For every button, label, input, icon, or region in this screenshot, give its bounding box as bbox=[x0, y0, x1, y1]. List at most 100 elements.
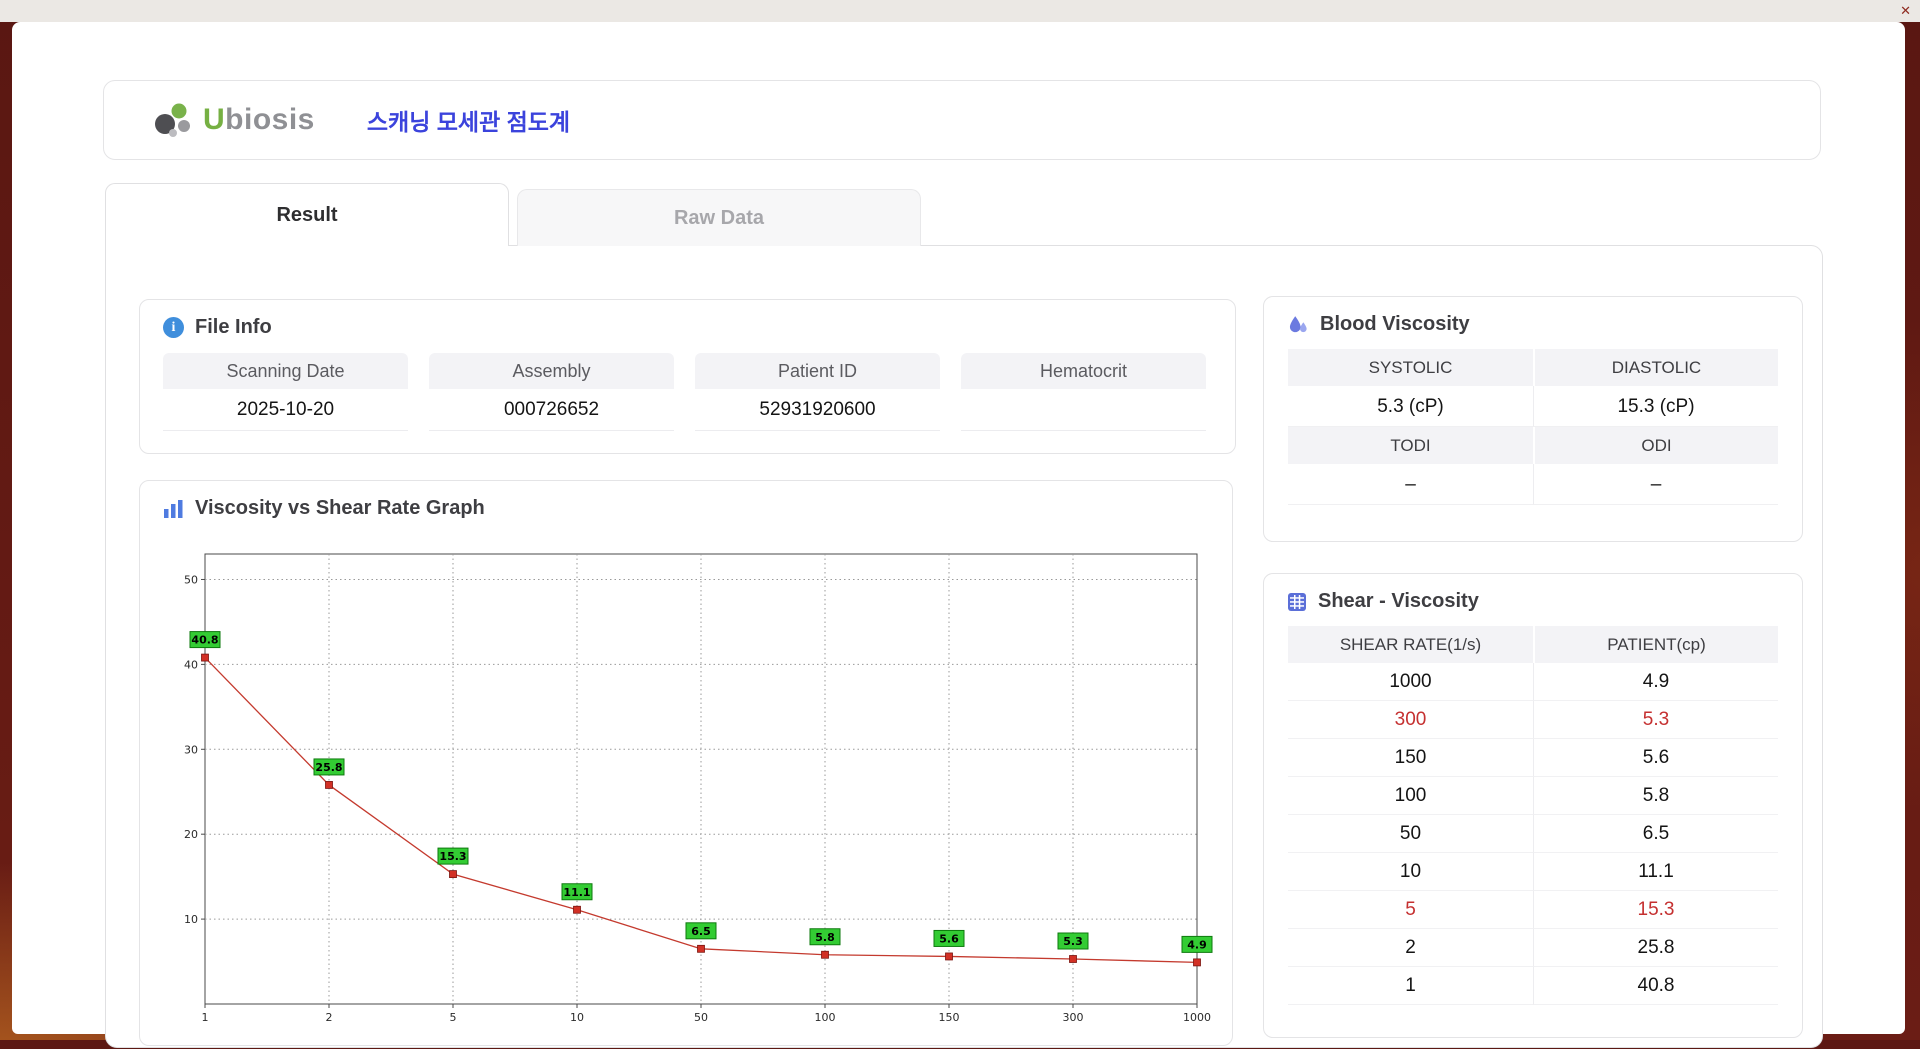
file-info-fields: Scanning Date 2025-10-20 Assembly 000726652… bbox=[163, 353, 1235, 431]
file-info-card: i File Info Scanning Date 2025-10-20 Assem… bbox=[139, 299, 1236, 454]
shear-table-cell: 50 bbox=[1288, 815, 1533, 853]
shear-table-cell: 100 bbox=[1288, 777, 1533, 815]
blood-viscosity-card: Blood Viscosity SYSTOLIC DIASTOLIC 5.3 (cP… bbox=[1263, 296, 1803, 542]
tab-result[interactable]: Result bbox=[105, 183, 509, 246]
tab-bar: Result Raw Data bbox=[105, 183, 921, 246]
ubiosis-logo: Ubiosis bbox=[150, 100, 315, 140]
shear-column-header: SHEAR RATE(1/s) bbox=[1288, 626, 1533, 663]
droplets-icon bbox=[1289, 315, 1307, 332]
bar-chart-icon bbox=[164, 499, 183, 518]
shear-table-cell: 4.9 bbox=[1533, 663, 1778, 701]
field-value: 2025-10-20 bbox=[163, 389, 408, 431]
blood-viscosity-title: Blood Viscosity bbox=[1320, 313, 1470, 335]
field-label: Scanning Date bbox=[163, 353, 408, 389]
blood-viscosity-title-row: Blood Viscosity bbox=[1264, 297, 1802, 336]
viscosity-chart-svg: 10 20 30 40 50 1 2 5 10 50 100 150 300 1000 40.8 25.8 15… bbox=[184, 553, 1213, 1024]
shear-viscosity-card: Shear - Viscosity SHEAR RATE(1/s) PATIENT… bbox=[1263, 573, 1803, 1038]
data-point-marker bbox=[201, 653, 209, 662]
shear-table-cell: 40.8 bbox=[1533, 967, 1778, 1005]
data-point-marker bbox=[449, 870, 457, 878]
file-info-field-assembly: Assembly 000726652 bbox=[429, 353, 674, 431]
field-value: 000726652 bbox=[429, 389, 674, 431]
data-point-marker bbox=[325, 781, 333, 789]
info-icon: i bbox=[163, 317, 184, 338]
field-value bbox=[961, 389, 1206, 431]
file-info-field-patient-id: Patient ID 52931920600 bbox=[695, 353, 940, 431]
tab-raw-data[interactable]: Raw Data bbox=[517, 189, 921, 246]
shear-table-cell: 1000 bbox=[1288, 663, 1533, 701]
shear-table-cell: 10 bbox=[1288, 853, 1533, 891]
data-point-marker bbox=[1069, 955, 1077, 963]
file-info-title: File Info bbox=[195, 316, 272, 338]
shear-table-cell: 5.3 bbox=[1533, 701, 1778, 739]
shear-table-cell: 11.1 bbox=[1533, 853, 1778, 891]
app-title: 스캐닝 모세관 점도계 bbox=[366, 109, 571, 135]
x-tick-label: 2 bbox=[326, 1011, 333, 1024]
data-point-label: 5.6 bbox=[939, 932, 959, 945]
data-point-marker bbox=[945, 952, 953, 961]
y-tick-label: 50 bbox=[184, 573, 198, 586]
shear-table-cell: 300 bbox=[1288, 701, 1533, 739]
file-info-field-scanning-date: Scanning Date 2025-10-20 bbox=[163, 353, 408, 431]
file-info-field-hematocrit: Hematocrit bbox=[961, 353, 1206, 431]
field-label: Hematocrit bbox=[961, 353, 1206, 389]
shear-table-cell: 1 bbox=[1288, 967, 1533, 1005]
x-tick-label: 150 bbox=[939, 1011, 960, 1024]
data-point-marker bbox=[697, 944, 705, 953]
table-icon bbox=[1288, 592, 1306, 611]
field-value: 52931920600 bbox=[695, 389, 940, 431]
shear-table-cell: 5 bbox=[1288, 891, 1533, 929]
shear-table-cell: 5.8 bbox=[1533, 777, 1778, 815]
x-tick-label: 1 bbox=[202, 1011, 209, 1024]
x-tick-label: 1000 bbox=[1183, 1011, 1211, 1024]
ubiosis-logo-text: Ubiosis bbox=[203, 103, 315, 137]
y-tick-label: 40 bbox=[184, 658, 198, 671]
graph-title: Viscosity vs Shear Rate Graph bbox=[195, 497, 485, 519]
x-tick-label: 100 bbox=[815, 1011, 836, 1024]
graph-title-row: Viscosity vs Shear Rate Graph bbox=[140, 481, 1232, 520]
shear-column-header: PATIENT(cp) bbox=[1533, 626, 1778, 663]
shear-table-cell: 2 bbox=[1288, 929, 1533, 967]
logo-letter-u: U bbox=[203, 103, 226, 136]
shear-table-cell: 25.8 bbox=[1533, 929, 1778, 967]
shear-table: SHEAR RATE(1/s) PATIENT(cp) 1000 4.9 300 5.3 1… bbox=[1288, 626, 1778, 1005]
y-tick-label: 10 bbox=[184, 913, 198, 926]
data-point-marker bbox=[573, 905, 581, 914]
window-close-icon[interactable]: ✕ bbox=[1900, 2, 1911, 20]
shear-table-cell: 6.5 bbox=[1533, 815, 1778, 853]
data-point-label: 11.1 bbox=[563, 886, 590, 899]
blood-metric-value: – bbox=[1533, 464, 1778, 505]
shear-table-cell: 15.3 bbox=[1533, 891, 1778, 929]
logo-rest: biosis bbox=[225, 103, 315, 136]
blood-metric-value: 15.3 (cP) bbox=[1533, 386, 1778, 427]
field-label: Assembly bbox=[429, 353, 674, 389]
file-info-title-row: i File Info bbox=[140, 300, 1235, 339]
shear-viscosity-title-row: Shear - Viscosity bbox=[1264, 574, 1802, 613]
data-point-label: 6.5 bbox=[691, 925, 711, 938]
data-point-label: 5.8 bbox=[815, 931, 835, 944]
viscosity-chart: 10 20 30 40 50 1 2 5 10 50 100 150 300 1000 40.8 25.8 15… bbox=[165, 539, 1225, 1049]
data-point-label: 4.9 bbox=[1187, 938, 1207, 951]
x-tick-label: 300 bbox=[1063, 1011, 1084, 1024]
data-point-label: 25.8 bbox=[315, 761, 342, 774]
graph-card: Viscosity vs Shear Rate Graph 10 20 30 40 50… bbox=[139, 480, 1233, 1046]
y-tick-label: 30 bbox=[184, 743, 198, 756]
blood-metric-label: DIASTOLIC bbox=[1533, 349, 1778, 386]
field-label: Patient ID bbox=[695, 353, 940, 389]
x-tick-label: 50 bbox=[694, 1011, 708, 1024]
blood-metric-label: TODI bbox=[1288, 427, 1533, 464]
blood-metric-label: SYSTOLIC bbox=[1288, 349, 1533, 386]
data-point-marker bbox=[821, 950, 829, 959]
shear-viscosity-title: Shear - Viscosity bbox=[1318, 590, 1479, 612]
x-tick-label: 10 bbox=[570, 1011, 584, 1024]
app-window: Ubiosis 스캐닝 모세관 점도계 Result Raw Data i Fi… bbox=[12, 22, 1905, 1048]
data-point-label: 15.3 bbox=[439, 850, 466, 863]
blood-metric-label: ODI bbox=[1533, 427, 1778, 464]
ubiosis-logo-icon bbox=[155, 103, 190, 137]
blood-metric-value: 5.3 (cP) bbox=[1288, 386, 1533, 427]
shear-table-cell: 150 bbox=[1288, 739, 1533, 777]
blood-viscosity-grid: SYSTOLIC DIASTOLIC 5.3 (cP) 15.3 (cP) TODI OD… bbox=[1288, 349, 1778, 505]
blood-metric-value: – bbox=[1288, 464, 1533, 505]
data-point-marker bbox=[1193, 958, 1201, 967]
result-panel: i File Info Scanning Date 2025-10-20 Assem… bbox=[105, 245, 1823, 1048]
